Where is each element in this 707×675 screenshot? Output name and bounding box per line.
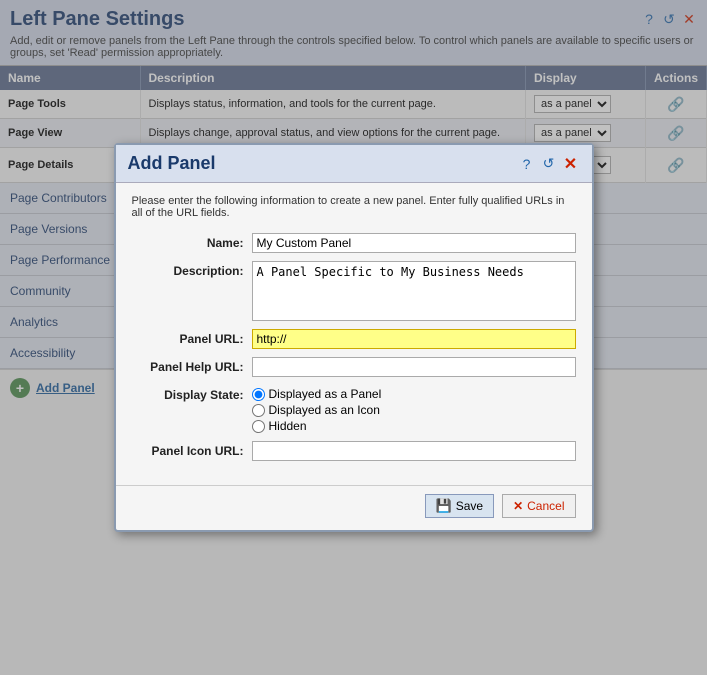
form-label-name: Name: — [132, 233, 252, 250]
form-row-display-state: Display State: Displayed as a Panel Disp… — [132, 385, 576, 433]
radio-label-panel: Displayed as a Panel — [269, 387, 382, 401]
form-row-panel-help-url: Panel Help URL: — [132, 357, 576, 377]
form-row-panel-icon-url: Panel Icon URL: — [132, 441, 576, 461]
panel-help-url-input[interactable] — [252, 357, 576, 377]
save-icon: 💾 — [436, 498, 452, 514]
modal-title: Add Panel — [128, 153, 216, 174]
form-label-description: Description: — [132, 261, 252, 278]
modal-header: Add Panel ? ↺ ✕ — [116, 145, 592, 183]
modal-refresh-icon[interactable]: ↺ — [540, 155, 558, 173]
modal-description: Please enter the following information t… — [132, 195, 576, 219]
form-row-name: Name: — [132, 233, 576, 253]
cancel-icon: ✕ — [513, 499, 523, 513]
modal-header-icons: ? ↺ ✕ — [518, 155, 580, 173]
form-row-description: Description: A Panel Specific to My Busi… — [132, 261, 576, 321]
description-textarea[interactable]: A Panel Specific to My Business Needs — [252, 261, 576, 321]
panel-url-input[interactable] — [252, 329, 576, 349]
form-row-panel-url: Panel URL: — [132, 329, 576, 349]
modal-body: Please enter the following information t… — [116, 183, 592, 481]
modal-close-icon[interactable]: ✕ — [562, 155, 580, 173]
radio-displayed-as-panel[interactable]: Displayed as a Panel — [252, 387, 382, 401]
radio-displayed-as-icon[interactable]: Displayed as an Icon — [252, 403, 382, 417]
main-container: Left Pane Settings ? ↺ ✕ Add, edit or re… — [0, 0, 707, 675]
form-label-panel-url: Panel URL: — [132, 329, 252, 346]
cancel-label: Cancel — [527, 499, 564, 513]
form-label-panel-help-url: Panel Help URL: — [132, 357, 252, 374]
radio-input-hidden[interactable] — [252, 420, 265, 433]
radio-label-icon: Displayed as an Icon — [269, 403, 380, 417]
radio-hidden[interactable]: Hidden — [252, 419, 382, 433]
save-label: Save — [456, 499, 483, 513]
radio-input-icon[interactable] — [252, 404, 265, 417]
cancel-button[interactable]: ✕ Cancel — [502, 494, 575, 518]
radio-input-panel[interactable] — [252, 388, 265, 401]
save-button[interactable]: 💾 Save — [425, 494, 495, 518]
modal-footer: 💾 Save ✕ Cancel — [116, 485, 592, 530]
add-panel-dialog: Add Panel ? ↺ ✕ Please enter the followi… — [114, 143, 594, 532]
display-state-radio-group: Displayed as a Panel Displayed as an Ico… — [252, 385, 382, 433]
modal-help-icon[interactable]: ? — [518, 155, 536, 173]
modal-overlay: Add Panel ? ↺ ✕ Please enter the followi… — [0, 0, 707, 675]
radio-label-hidden: Hidden — [269, 419, 307, 433]
form-label-panel-icon-url: Panel Icon URL: — [132, 441, 252, 458]
form-label-display-state: Display State: — [132, 385, 252, 402]
panel-icon-url-input[interactable] — [252, 441, 576, 461]
name-input[interactable] — [252, 233, 576, 253]
